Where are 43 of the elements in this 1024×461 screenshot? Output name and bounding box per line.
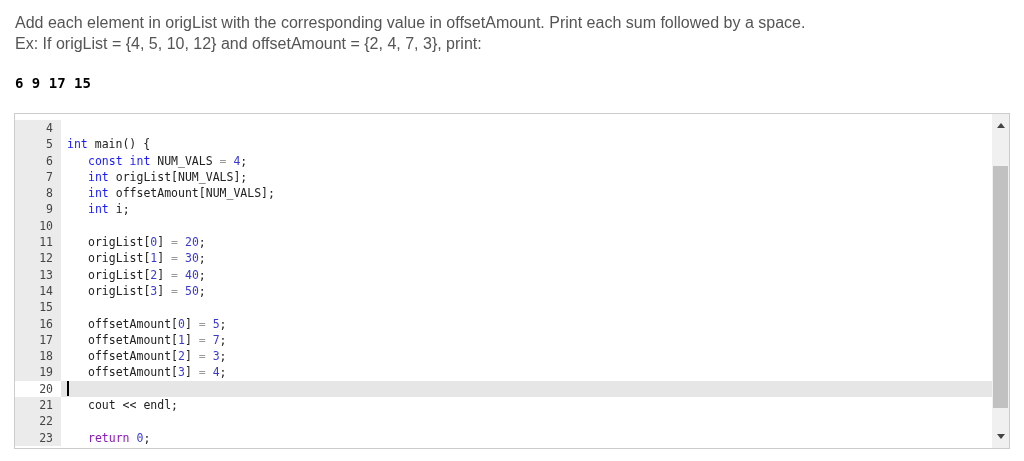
code-line: int offsetAmount[NUM_VALS]; xyxy=(88,185,275,202)
code-line: offsetAmount[3] = 4; xyxy=(88,364,227,381)
line-number: 21 xyxy=(39,397,53,414)
line-number: 16 xyxy=(39,315,53,332)
line-number: 6 xyxy=(46,152,53,169)
line-number: 8 xyxy=(46,185,53,202)
line-number: 23 xyxy=(39,429,53,446)
scroll-down-icon[interactable] xyxy=(996,434,1005,439)
prompt-text: Add each element in origList with the corresponding value in offsetAmount. Print each sum followed by a space. xyxy=(15,13,806,33)
code-line: origList[2] = 40; xyxy=(88,266,206,283)
code-line: cout << endl; xyxy=(88,397,178,414)
line-number: 4 xyxy=(46,120,53,137)
prompt-text: Ex: If origList = {4, 5, 10, 12} and offsetAmount = {2, 4, 7, 3}, print: xyxy=(15,34,482,54)
code-line: origList[0] = 20; xyxy=(88,234,206,251)
scrollbar-thumb[interactable] xyxy=(993,166,1008,408)
line-number: 13 xyxy=(39,266,53,283)
scroll-up-icon[interactable] xyxy=(996,123,1005,128)
code-line: offsetAmount[0] = 5; xyxy=(88,315,227,332)
scrollbar[interactable] xyxy=(992,114,1009,448)
text-cursor xyxy=(67,381,69,397)
line-number: 5 xyxy=(46,136,53,153)
line-number: 22 xyxy=(39,413,53,430)
line-number: 17 xyxy=(39,331,53,349)
code-line: offsetAmount[1] = 7; xyxy=(88,331,227,348)
code-line: origList[3] = 50; xyxy=(88,282,206,299)
code-line: int origList[NUM_VALS]; xyxy=(88,168,248,185)
sample-output: 6 9 17 15 xyxy=(15,74,91,92)
line-number: 20 xyxy=(39,380,53,398)
code-line: const int NUM_VALS = 4; xyxy=(88,152,248,169)
code-line: origList[1] = 30; xyxy=(88,250,206,267)
code-line: offsetAmount[2] = 3; xyxy=(88,348,227,365)
code-line: int i; xyxy=(88,201,130,218)
line-number: 19 xyxy=(39,364,53,381)
line-number: 14 xyxy=(39,282,53,300)
line-number: 9 xyxy=(46,201,53,218)
line-number: 11 xyxy=(39,234,53,251)
line-number: 15 xyxy=(39,299,53,316)
line-number: 7 xyxy=(46,168,53,186)
code-line: int main() { xyxy=(67,136,151,153)
code-line: return 0; xyxy=(88,429,151,446)
line-number: 18 xyxy=(39,348,53,365)
line-number: 10 xyxy=(39,217,53,235)
line-number: 12 xyxy=(39,250,53,267)
